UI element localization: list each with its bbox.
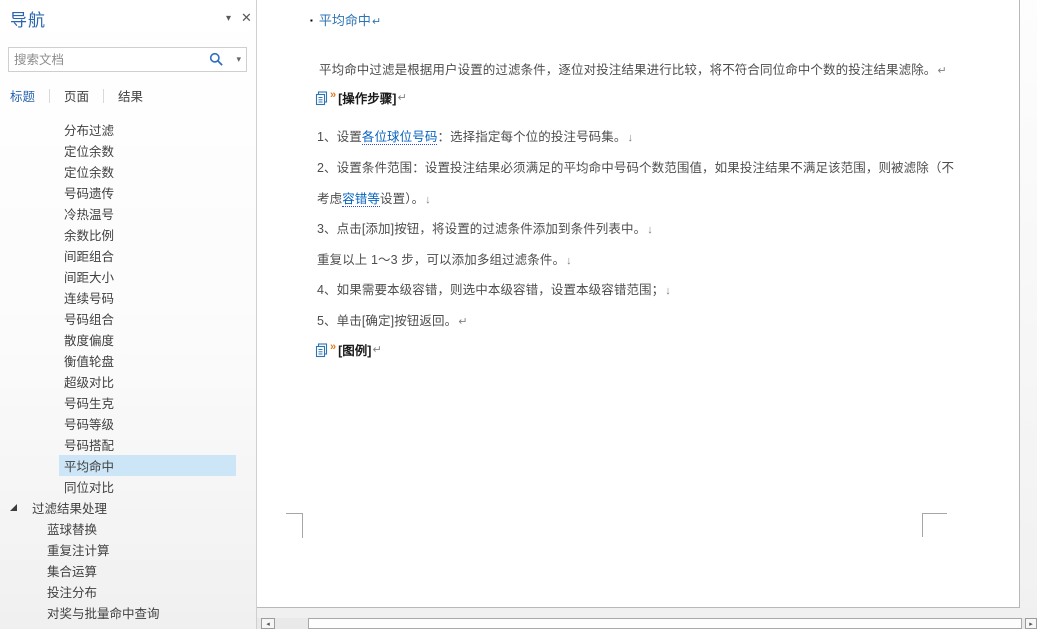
nav-heading-item[interactable]: 余数比例 (0, 224, 257, 245)
horizontal-scrollbar-thumb[interactable] (308, 618, 1022, 629)
nav-headings-list: 分布过滤 定位余数 定位余数 号码遗传 冷热温号 余数比例 间距组合 间距大小 … (0, 119, 257, 623)
step-text: 考虑 (317, 192, 342, 206)
horizontal-scrollbar[interactable]: ◂ ▸ (257, 618, 1037, 629)
line-break-mark: ↓ (647, 224, 653, 236)
nav-heading-item[interactable]: 号码搭配 (0, 434, 257, 455)
step-link[interactable]: 容错等 (342, 192, 380, 207)
legend-header-text: [图例] (338, 340, 371, 359)
nav-heading-item[interactable]: 定位余数 (0, 161, 257, 182)
tab-results[interactable]: 结果 (118, 86, 143, 105)
doc-step-line: 2、设置条件范围：设置投注结果必须满足的平均命中号码个数范围值，如果投注结果不满… (317, 157, 1037, 176)
tab-headings[interactable]: 标题 (10, 86, 35, 105)
paragraph-mark: ↵ (372, 343, 381, 356)
scroll-left-arrow-icon[interactable]: ◂ (261, 618, 275, 629)
step-text: 5、单击[确定]按钮返回。 (317, 314, 457, 328)
nav-heading-item[interactable]: 冷热温号 (0, 203, 257, 224)
tab-separator (49, 89, 50, 103)
nav-heading-item[interactable]: 衡值轮盘 (0, 350, 257, 371)
step-link[interactable]: 各位球位号码 (362, 130, 438, 145)
search-input[interactable] (14, 49, 184, 70)
document-page: ▪平均命中↵ 平均命中过滤是根据用户设置的过滤条件，逐位对投注结果进行比较，将不… (257, 0, 1020, 608)
nav-heading-item[interactable]: 同位对比 (0, 476, 257, 497)
navigation-pane: 导航 ▾ ✕ ▾ 标题 页面 结果 分布过滤 定位余数 定位余数 号码遗传 冷热… (0, 0, 257, 629)
nav-heading-item[interactable]: 分布过滤 (0, 119, 257, 140)
step-text: 2、设置条件范围：设置投注结果必须满足的平均命中号码个数范围值，如果投注结果不满… (317, 161, 954, 175)
page-corner-mark-right (922, 513, 947, 537)
nav-heading-item[interactable]: 投注分布 (0, 581, 257, 602)
step-text: 3、点击[添加]按钮，将设置的过滤条件添加到条件列表中。 (317, 222, 646, 236)
nav-heading-item[interactable]: 集合运算 (0, 560, 257, 581)
search-dropdown-icon[interactable]: ▾ (236, 54, 241, 65)
doc-step-line: 1、设置各位球位号码：选择指定每个位的投注号码集。↓ (317, 126, 1037, 145)
line-break-mark: ↓ (566, 255, 572, 267)
close-icon[interactable]: ✕ (241, 10, 252, 26)
nav-heading-item[interactable]: 连续号码 (0, 287, 257, 308)
nav-pane-dropdown-icon[interactable]: ▾ (226, 13, 231, 24)
line-break-mark: ↓ (665, 285, 671, 297)
nav-heading-item-selected[interactable]: 平均命中 (0, 455, 257, 476)
nav-heading-item[interactable]: 号码等级 (0, 413, 257, 434)
step-text: 设置）。 (380, 192, 424, 206)
doc-heading: ▪ 平均命中↵ (310, 10, 1037, 29)
ops-header-text: [操作步骤] (338, 88, 396, 107)
nav-heading-item[interactable]: 散度偏度 (0, 329, 257, 350)
expanded-triangle-icon[interactable] (10, 504, 17, 511)
search-box: ▾ (8, 47, 247, 72)
document-area: ▪平均命中↵ 平均命中过滤是根据用户设置的过滤条件，逐位对投注结果进行比较，将不… (257, 0, 1037, 629)
nav-heading-item[interactable]: 号码生克 (0, 392, 257, 413)
doc-legend-header: » [图例] ↵ (315, 340, 1037, 359)
intro-text: 平均命中过滤是根据用户设置的过滤条件，逐位对投注结果进行比较，将不符合同位命中个… (319, 63, 936, 77)
line-break-mark: ↓ (425, 194, 431, 206)
paragraph-mark: ↵ (372, 16, 381, 28)
page-corner-mark-left (286, 513, 303, 538)
doc-intro-paragraph: 平均命中过滤是根据用户设置的过滤条件，逐位对投注结果进行比较，将不符合同位命中个… (319, 59, 1037, 78)
scroll-right-arrow-icon[interactable]: ▸ (1025, 618, 1037, 629)
heading-bullet-icon: ▪ (310, 16, 313, 25)
step-text: ：选择指定每个位的投注号码集。 (437, 130, 626, 144)
paragraph-mark: ↵ (937, 65, 946, 77)
doc-ops-header: » [操作步骤] ↵ (315, 88, 1037, 107)
nav-heading-item[interactable]: 超级对比 (0, 371, 257, 392)
steps-doc-icon (315, 91, 328, 106)
paragraph-mark: ↵ (397, 91, 406, 104)
orange-chevrons-icon: » (330, 341, 335, 353)
step-text: 4、如果需要本级容错，则选中本级容错，设置本级容错范围； (317, 283, 664, 297)
search-icon[interactable] (209, 52, 224, 67)
paragraph-mark: ↵ (458, 316, 467, 328)
vertical-scrollbar-track[interactable] (1020, 0, 1037, 608)
nav-section-header[interactable]: 过滤结果处理 (0, 497, 257, 518)
step-text: 重复以上 1～3 步，可以添加多组过滤条件。 (317, 253, 565, 267)
doc-step-line: 4、如果需要本级容错，则选中本级容错，设置本级容错范围；↓ (317, 279, 1037, 298)
doc-step-line: 5、单击[确定]按钮返回。↵ (317, 310, 1037, 329)
doc-step-line: 重复以上 1～3 步，可以添加多组过滤条件。↓ (317, 249, 1037, 268)
tab-pages[interactable]: 页面 (64, 86, 89, 105)
doc-heading-text: 平均命中 (319, 13, 371, 28)
legend-doc-icon (315, 343, 328, 358)
nav-tabs: 标题 页面 结果 (10, 86, 143, 105)
tab-separator (103, 89, 104, 103)
line-break-mark: ↓ (627, 132, 633, 144)
doc-step-line: 考虑容错等设置）。↓ (317, 188, 1037, 207)
nav-heading-item[interactable]: 间距大小 (0, 266, 257, 287)
nav-heading-item[interactable]: 号码遗传 (0, 182, 257, 203)
orange-chevrons-icon: » (330, 89, 335, 101)
doc-step-line: 3、点击[添加]按钮，将设置的过滤条件添加到条件列表中。↓ (317, 218, 1037, 237)
nav-heading-item[interactable]: 对奖与批量命中查询 (0, 602, 257, 623)
nav-heading-item[interactable]: 间距组合 (0, 245, 257, 266)
nav-pane-title: 导航 (10, 6, 46, 31)
nav-heading-item[interactable]: 定位余数 (0, 140, 257, 161)
nav-heading-item[interactable]: 重复注计算 (0, 539, 257, 560)
nav-heading-item[interactable]: 号码组合 (0, 308, 257, 329)
step-text: 1、设置 (317, 130, 362, 144)
nav-heading-item[interactable]: 蓝球替换 (0, 518, 257, 539)
